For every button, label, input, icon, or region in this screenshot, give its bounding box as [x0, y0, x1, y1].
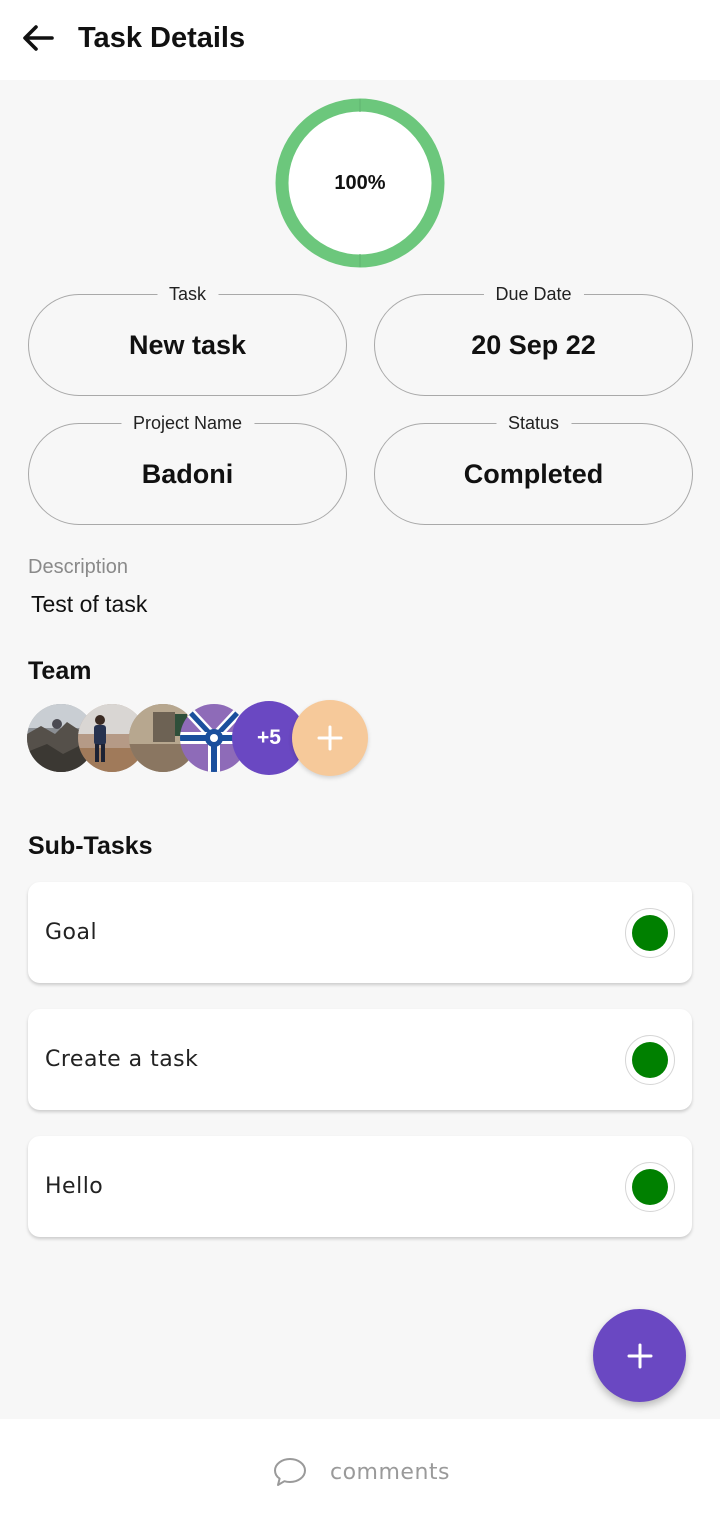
back-button[interactable] — [18, 18, 58, 58]
subtask-item[interactable]: Hello — [28, 1136, 692, 1237]
subtask-item[interactable]: Create a task — [28, 1009, 692, 1110]
status-field: Status Completed — [374, 412, 693, 525]
plus-icon — [317, 725, 343, 751]
due-date-legend: Due Date — [483, 283, 584, 305]
add-subtask-fab[interactable] — [593, 1309, 686, 1402]
project-name-legend: Project Name — [120, 412, 255, 434]
progress-percentage: 100% — [334, 171, 386, 194]
description-label: Description — [28, 556, 129, 578]
subtask-label: Hello — [45, 1174, 104, 1199]
status-dot-icon — [632, 915, 668, 951]
plus-icon — [627, 1343, 652, 1368]
description-text: Test of task — [31, 591, 148, 617]
team-title: Team — [28, 657, 92, 685]
subtask-status-indicator[interactable] — [625, 1035, 675, 1085]
project-name-field: Project Name Badoni — [28, 412, 347, 525]
app-bar: Task Details — [0, 0, 720, 80]
task-name-value: New task — [128, 329, 247, 360]
status-dot-icon — [632, 1169, 668, 1205]
status-dot-icon — [632, 1042, 668, 1078]
task-name-legend: Task — [156, 283, 219, 305]
bottom-bar: comments — [0, 1419, 720, 1522]
status-legend: Status — [495, 412, 572, 434]
arrow-left-icon — [23, 25, 54, 51]
due-date-value: 20 Sep 22 — [471, 329, 596, 360]
subtask-label: Goal — [45, 920, 98, 945]
status-value: Completed — [463, 458, 604, 489]
subtasks-title: Sub-Tasks — [28, 832, 153, 860]
add-member-button[interactable] — [292, 700, 368, 776]
subtask-item[interactable]: Goal — [28, 882, 692, 983]
comment-bubble-icon — [274, 1458, 306, 1486]
subtask-status-indicator[interactable] — [625, 908, 675, 958]
subtask-status-indicator[interactable] — [625, 1162, 675, 1212]
subtask-label: Create a task — [45, 1047, 199, 1072]
comments-label: comments — [330, 1459, 450, 1485]
task-name-field: Task New task — [28, 283, 347, 396]
page-title: Task Details — [78, 22, 246, 54]
project-name-value: Badoni — [141, 458, 234, 489]
comments-button[interactable]: comments — [272, 1454, 450, 1490]
due-date-field: Due Date 20 Sep 22 — [374, 283, 693, 396]
